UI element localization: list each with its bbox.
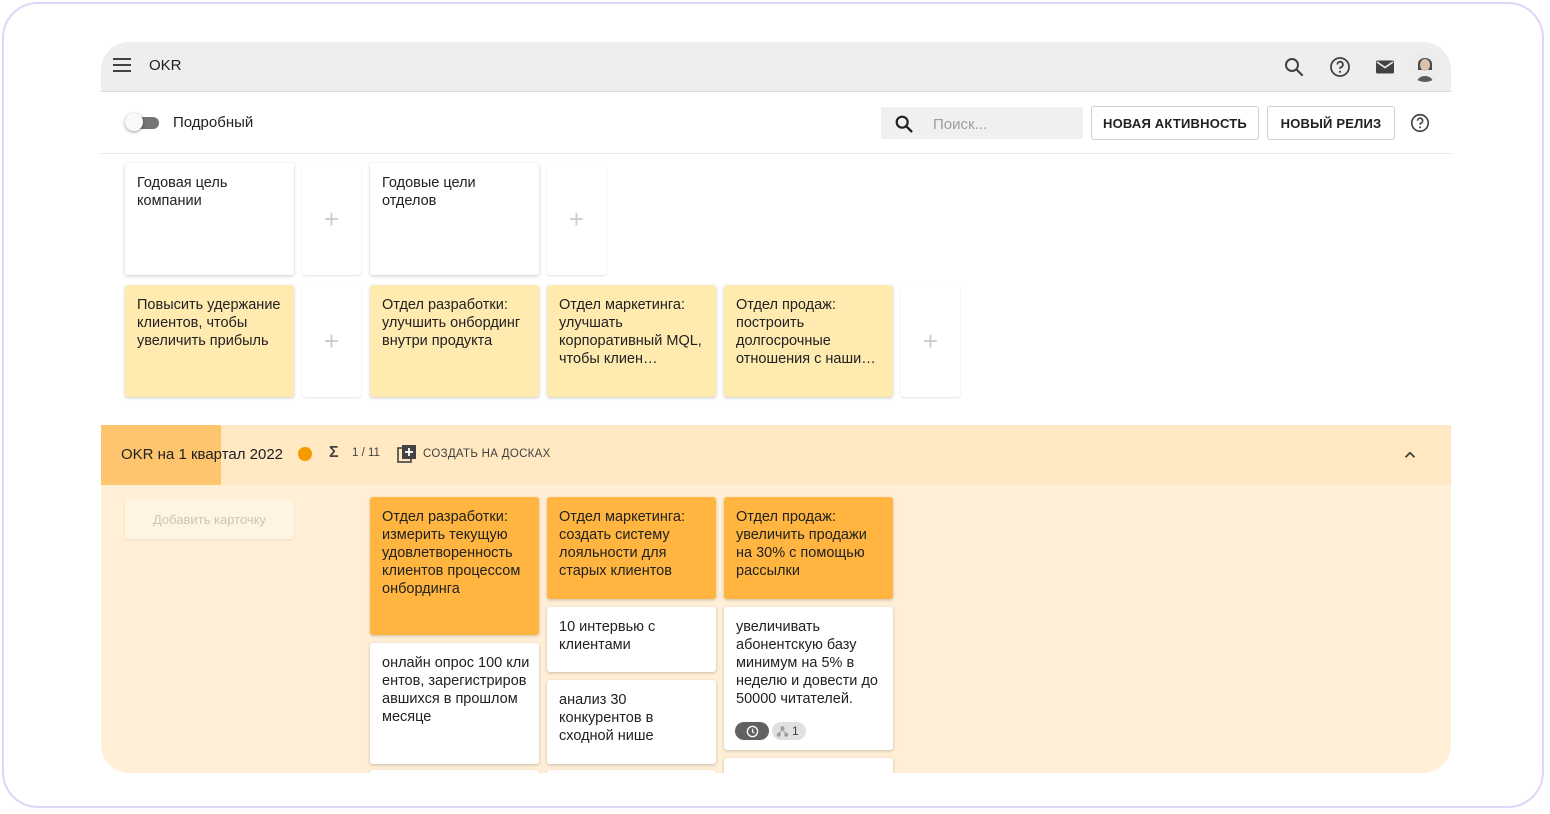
key-result-text: 10 интервью с клиентами bbox=[559, 619, 656, 653]
objective-card-dev[interactable]: Отдел разработки: измерить текущую удовл… bbox=[370, 497, 539, 635]
key-result-card[interactable] bbox=[724, 758, 893, 773]
goal-card-marketing[interactable]: Отдел маркетинга: улучшать корпоративный… bbox=[547, 285, 716, 397]
key-result-card[interactable]: анализ 30 конкурентов в сходной нише bbox=[547, 680, 716, 764]
goal-card-company[interactable]: Повысить удержание клиентов, чтобы увели… bbox=[125, 285, 294, 397]
user-avatar[interactable] bbox=[1409, 50, 1441, 82]
detailed-toggle-label: Подробный bbox=[173, 114, 254, 131]
goal-card-text: Отдел продаж: построить долгосрочные отн… bbox=[736, 297, 876, 367]
add-column-button[interactable]: + bbox=[302, 163, 361, 275]
new-activity-button[interactable]: НОВАЯ АКТИВНОСТЬ bbox=[1091, 106, 1259, 140]
create-on-boards-button[interactable]: СОЗДАТЬ НА ДОСКАХ bbox=[397, 444, 551, 464]
goal-card-dev[interactable]: Отдел разработки: улучшить онбординг вну… bbox=[370, 285, 539, 397]
goal-card-text: Отдел маркетинга: улучшать корпоративный… bbox=[559, 297, 702, 367]
search-input[interactable] bbox=[931, 113, 1075, 135]
column-header-company-goal[interactable]: Годовая цель компании bbox=[125, 163, 294, 275]
swimlane-count: 1 / 11 bbox=[352, 447, 380, 459]
subtasks-badge: 1 bbox=[772, 722, 806, 740]
search-icon[interactable] bbox=[1282, 55, 1306, 79]
hierarchy-icon bbox=[776, 725, 789, 737]
swimlane-header[interactable]: OKR на 1 квартал 2022 Σ 1 / 11 СОЗДАТЬ Н… bbox=[101, 425, 1451, 485]
top-bar: OKR bbox=[101, 42, 1451, 92]
objective-card-text: Отдел разработки: измерить текущую удовл… bbox=[382, 509, 521, 597]
clock-icon bbox=[735, 722, 769, 740]
subtasks-count: 1 bbox=[792, 724, 799, 738]
new-release-button[interactable]: НОВЫЙ РЕЛИЗ bbox=[1267, 106, 1395, 140]
create-on-boards-label: СОЗДАТЬ НА ДОСКАХ bbox=[423, 448, 551, 460]
add-card-button[interactable]: + bbox=[901, 285, 960, 397]
key-result-text: анализ 30 конкурентов в сходной нише bbox=[559, 692, 654, 744]
detailed-toggle[interactable] bbox=[125, 113, 161, 131]
plus-icon: + bbox=[323, 204, 340, 234]
add-column-button[interactable]: + bbox=[547, 163, 606, 275]
goal-card-text: Повысить удержание клиентов, чтобы увели… bbox=[137, 297, 281, 349]
app-title: OKR bbox=[149, 57, 182, 74]
plus-icon: + bbox=[568, 204, 585, 234]
help-icon[interactable] bbox=[1328, 55, 1352, 79]
key-result-text: онлайн опрос 100 клиентов, зарегистриров… bbox=[382, 655, 530, 725]
column-header-department-goals[interactable]: Годовые цели отделов bbox=[370, 163, 539, 275]
key-result-card[interactable] bbox=[547, 770, 716, 773]
key-result-text: увеличивать абонентскую базу минимум на … bbox=[736, 619, 878, 707]
objective-card-text: Отдел маркетинга: создать систему лояльн… bbox=[559, 509, 685, 579]
key-result-card[interactable]: 10 интервью с клиентами bbox=[547, 607, 716, 672]
plus-icon: + bbox=[323, 326, 340, 356]
key-result-card[interactable] bbox=[370, 770, 539, 773]
plus-icon: + bbox=[922, 326, 939, 356]
goal-card-sales[interactable]: Отдел продаж: построить долгосрочные отн… bbox=[724, 285, 893, 397]
key-result-card[interactable]: онлайн опрос 100 клиентов, зарегистриров… bbox=[370, 643, 539, 764]
column-header-label: Годовые цели отделов bbox=[382, 175, 476, 209]
mail-icon[interactable] bbox=[1373, 55, 1397, 79]
objective-card-text: Отдел продаж: увеличить продажи на 30% с… bbox=[736, 509, 867, 579]
search-icon bbox=[895, 115, 913, 133]
chevron-up-icon[interactable] bbox=[1401, 446, 1419, 464]
add-box-icon bbox=[397, 445, 416, 463]
objective-card-sales[interactable]: Отдел продаж: увеличить продажи на 30% с… bbox=[724, 497, 893, 599]
hamburger-menu-icon[interactable] bbox=[113, 58, 131, 72]
goal-card-text: Отдел разработки: улучшить онбординг вну… bbox=[382, 297, 521, 349]
board-toolbar: Подробный НОВАЯ АКТИВНОСТЬ НОВЫЙ РЕЛИЗ bbox=[101, 92, 1451, 154]
search-box bbox=[881, 107, 1083, 139]
okr-app: OKR Подробный Поиск... НОВАЯ АКТИВНОСТЬ … bbox=[101, 42, 1451, 773]
card-badges: 1 bbox=[735, 722, 806, 740]
help-icon[interactable] bbox=[1409, 112, 1431, 134]
add-card-button[interactable]: Добавить карточку bbox=[125, 499, 294, 539]
column-header-label: Годовая цель компании bbox=[137, 175, 228, 209]
swimlane-title: OKR на 1 квартал 2022 bbox=[121, 446, 284, 463]
key-result-card[interactable]: увеличивать абонентскую базу минимум на … bbox=[724, 607, 893, 750]
add-card-button[interactable]: + bbox=[302, 285, 361, 397]
status-dot bbox=[298, 447, 312, 461]
sigma-icon: Σ bbox=[329, 444, 339, 461]
objective-card-marketing[interactable]: Отдел маркетинга: создать систему лояльн… bbox=[547, 497, 716, 599]
